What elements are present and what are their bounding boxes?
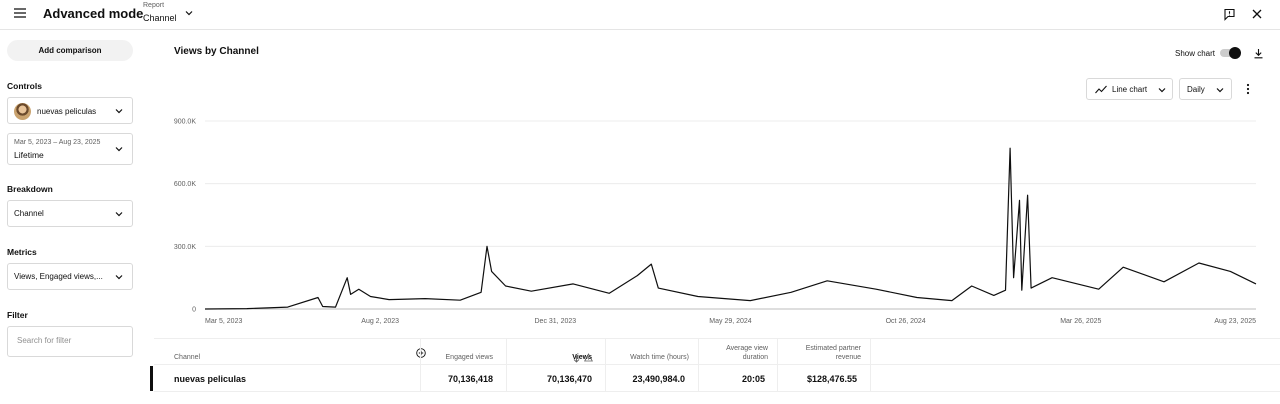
chevron-down-icon [114,144,124,154]
cell-engaged-views: 70,136,418 [447,374,493,384]
column-divider [506,338,507,391]
cell-channel[interactable]: nuevas peliculas [174,374,246,384]
report-label: Report [143,2,165,9]
table-header: Channel Engaged views Views Watch time (… [154,338,1280,365]
y-tick-label: 0 [192,307,196,314]
views-line-chart: 0 300.0K 600.0K 900.0K Mar 5, 2023 Aug 2, 202… [174,119,1257,325]
interval-dropdown[interactable]: Daily [1179,78,1232,100]
x-tick-label: Oct 26, 2024 [886,318,926,325]
top-bar: Advanced mode Report Channel [0,0,1280,30]
cell-avg-duration: 20:05 [741,374,765,384]
app-title: Advanced mode [43,6,144,21]
show-chart-toggle[interactable] [1220,47,1241,59]
column-divider [777,338,778,391]
breakdown-label: Breakdown [7,184,53,194]
more-options-icon[interactable] [1243,83,1253,95]
close-icon[interactable] [1250,7,1264,21]
download-icon[interactable] [1252,47,1264,59]
date-preset-text: Lifetime [14,150,44,160]
main-panel: Views by Channel Show chart Line chart D… [150,31,1280,404]
chevron-down-icon [1215,85,1225,95]
y-tick-label: 600.0K [174,181,197,188]
add-column-icon[interactable] [416,348,426,358]
y-tick-label: 900.0K [174,119,197,126]
date-range-selector[interactable]: Mar 5, 2023 – Aug 23, 2025 Lifetime [7,133,133,165]
channel-selector[interactable]: nuevas peliculas [7,97,133,124]
show-chart-label: Show chart [1175,49,1216,58]
warning-icon [584,353,593,362]
x-tick-label: Mar 26, 2025 [1060,318,1101,325]
chevron-down-icon [114,272,124,282]
report-selector[interactable]: Channel [143,13,177,23]
chart-type-label: Line chart [1112,85,1148,94]
cell-views: 70,136,470 [546,374,592,384]
filter-search-input[interactable] [17,336,127,345]
cell-watch-time: 23,490,984.0 [632,374,685,384]
interval-label: Daily [1187,85,1205,94]
column-divider [420,338,421,391]
column-header-avg-duration-line1[interactable]: Average view [726,345,768,354]
filter-label: Filter [7,310,28,320]
x-tick-label: Dec 31, 2023 [535,318,577,325]
sort-descending-icon[interactable] [572,354,580,363]
column-header-avg-duration-line2[interactable]: duration [743,354,768,363]
breakdown-selector[interactable]: Channel [7,200,133,227]
breakdown-value: Channel [14,209,44,218]
sidebar: Add comparison Controls nuevas peliculas… [0,31,141,404]
metrics-value: Views, Engaged views,... [14,272,103,281]
column-header-watch-time[interactable]: Watch time (hours) [630,354,689,363]
column-divider [605,338,606,391]
y-tick-label: 300.0K [174,244,197,251]
controls-label: Controls [7,81,42,91]
column-header-revenue-line2[interactable]: revenue [836,354,861,363]
x-tick-label: Aug 23, 2025 [1214,318,1256,325]
add-comparison-button[interactable]: Add comparison [7,40,133,61]
column-divider [870,338,871,391]
x-tick-label: May 29, 2024 [709,318,752,325]
avatar [14,103,31,120]
line-chart-icon [1095,84,1107,95]
feedback-icon[interactable] [1222,7,1236,21]
hamburger-menu-icon[interactable] [12,5,28,21]
chevron-down-icon [114,209,124,219]
chevron-down-icon[interactable] [183,7,195,19]
column-header-revenue-line1[interactable]: Estimated partner [806,345,861,354]
filter-box [7,326,133,357]
metrics-label: Metrics [7,247,37,257]
metrics-table: Channel Engaged views Views Watch time (… [150,338,1280,404]
x-tick-label: Mar 5, 2023 [205,318,242,325]
x-tick-label: Aug 2, 2023 [361,318,399,325]
row-color-indicator [150,366,153,391]
cell-revenue: $128,476.55 [806,374,857,384]
chevron-down-icon [1157,85,1167,95]
views-series-line [204,147,1257,310]
chart-title: Views by Channel [174,46,259,57]
column-header-channel[interactable]: Channel [174,354,200,363]
chevron-down-icon [114,106,124,116]
column-divider [698,338,699,391]
row-divider [154,391,1280,392]
channel-name: nuevas peliculas [37,107,97,116]
date-range-text: Mar 5, 2023 – Aug 23, 2025 [14,139,101,146]
chart-type-dropdown[interactable]: Line chart [1086,78,1173,100]
column-header-engaged-views[interactable]: Engaged views [446,354,493,363]
metrics-selector[interactable]: Views, Engaged views,... [7,263,133,290]
